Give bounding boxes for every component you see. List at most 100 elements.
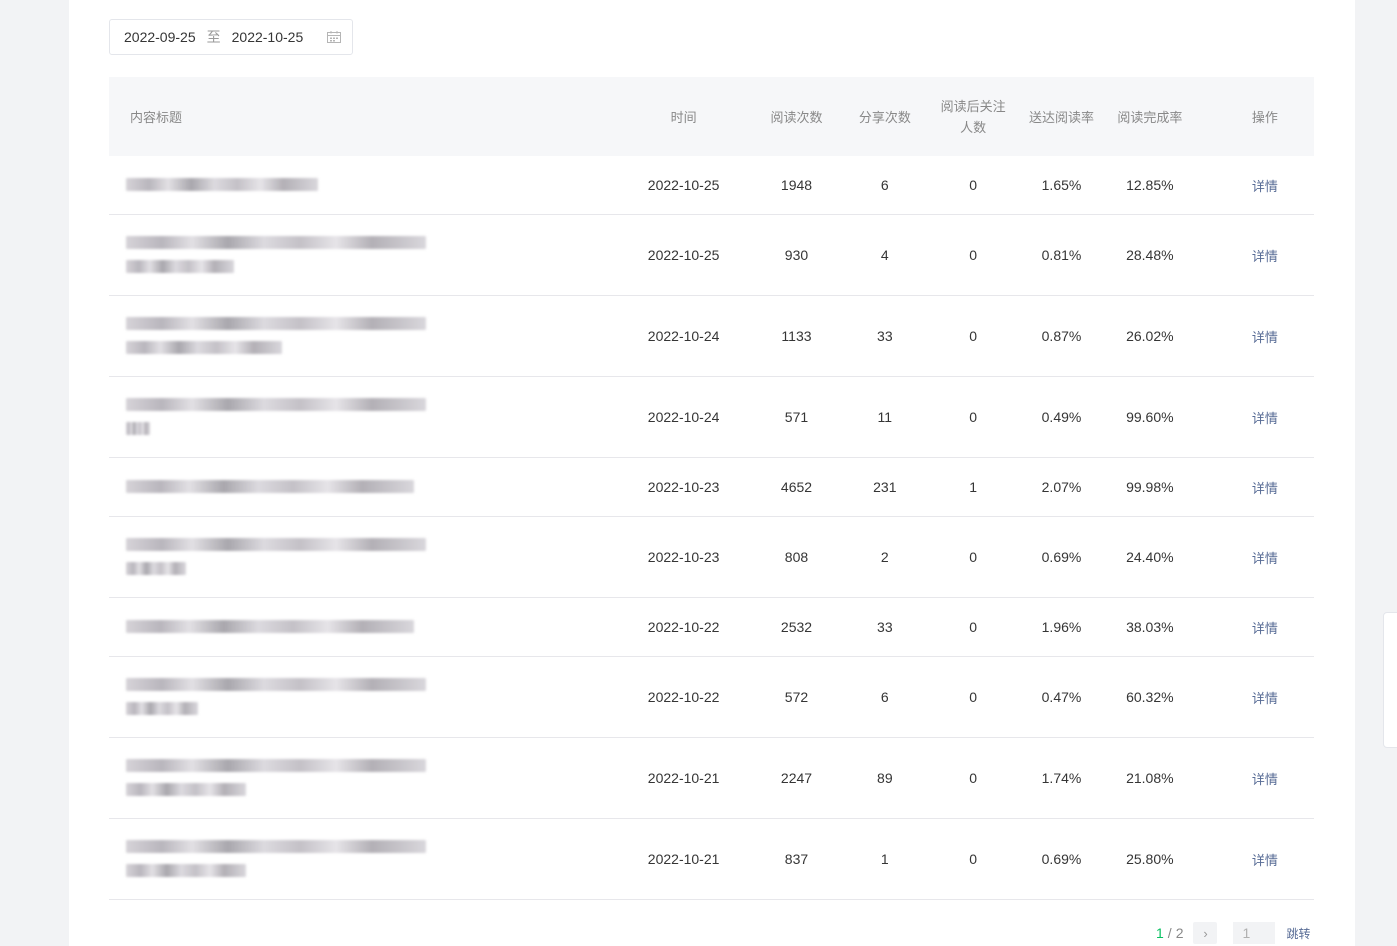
row-follows: 0 [969, 850, 978, 867]
row-reads: 2247 [780, 770, 813, 786]
header-completion-rate: 阅读完成率 [1117, 110, 1183, 125]
date-separator: 至 [206, 29, 221, 45]
row-completion-rate: 60.32% [1126, 689, 1174, 705]
article-stats-table: 内容标题 时间 阅读次数 分享次数 阅读后关注 人数 送达阅读率 阅读完成率 操… [109, 77, 1314, 900]
row-reads: 930 [784, 247, 809, 263]
row-title-blurred[interactable] [109, 819, 625, 899]
blurred-title-line [126, 538, 426, 551]
blurred-title-line [126, 260, 234, 273]
row-delivery-rate: 0.69% [1041, 851, 1082, 867]
blurred-title-line [126, 864, 246, 877]
blurred-title-line [126, 236, 426, 249]
detail-link[interactable]: 详情 [1204, 548, 1314, 567]
detail-link[interactable]: 详情 [1204, 478, 1314, 497]
side-float-tab[interactable] [1383, 612, 1397, 748]
row-delivery-rate: 0.47% [1041, 689, 1082, 705]
row-completion-rate: 28.48% [1126, 247, 1174, 263]
detail-link[interactable]: 详情 [1204, 769, 1314, 788]
blurred-title-line [126, 422, 150, 435]
table-row: 2022-10-22 572 6 0 0.47% 60.32% 详情 [109, 657, 1314, 738]
table-row: 2022-10-25 1948 6 0 1.65% 12.85% 详情 [109, 156, 1314, 215]
row-delivery-rate: 1.65% [1041, 177, 1082, 193]
detail-link[interactable]: 详情 [1204, 327, 1314, 346]
row-follows: 0 [969, 176, 978, 193]
table-row: 2022-10-25 930 4 0 0.81% 28.48% 详情 [109, 215, 1314, 296]
jump-button[interactable]: 跳转 [1286, 925, 1310, 942]
row-title-blurred[interactable] [109, 156, 625, 214]
row-shares: 33 [877, 619, 893, 635]
blurred-title-line [126, 678, 426, 691]
table-row: 2022-10-22 2532 33 0 1.96% 38.03% 详情 [109, 598, 1314, 657]
row-title-blurred[interactable] [109, 517, 625, 597]
row-completion-rate: 24.40% [1126, 549, 1174, 565]
detail-link[interactable]: 详情 [1204, 850, 1314, 869]
date-range-picker[interactable]: 2022-09-25 至 2022-10-25 [109, 19, 353, 55]
calendar-icon[interactable] [327, 31, 341, 43]
blurred-title-line [126, 783, 246, 796]
row-shares: 2 [880, 549, 889, 565]
row-shares: 1 [880, 851, 889, 867]
row-completion-rate: 25.80% [1126, 851, 1174, 867]
detail-link[interactable]: 详情 [1204, 688, 1314, 707]
row-follows: 0 [969, 327, 978, 344]
header-action: 操作 [1251, 110, 1278, 125]
next-page-button[interactable]: › [1193, 922, 1218, 944]
row-delivery-rate: 1.74% [1041, 770, 1082, 786]
header-delivery-rate: 送达阅读率 [1028, 110, 1094, 125]
row-reads: 572 [784, 689, 809, 705]
chevron-right-icon: › [1203, 925, 1208, 941]
row-shares: 6 [880, 177, 889, 193]
row-follows: 0 [969, 548, 978, 565]
row-time: 2022-10-25 [647, 177, 720, 193]
current-page: 1 [1156, 925, 1164, 941]
row-reads: 2532 [780, 619, 813, 635]
header-reads: 阅读次数 [770, 110, 823, 125]
header-title: 内容标题 [130, 110, 183, 125]
row-shares: 89 [877, 770, 893, 786]
row-completion-rate: 26.02% [1126, 328, 1174, 344]
end-date[interactable]: 2022-10-25 [232, 29, 304, 45]
row-title-blurred[interactable] [109, 458, 625, 516]
blurred-title-line [126, 562, 186, 575]
row-shares: 6 [880, 689, 889, 705]
start-date[interactable]: 2022-09-25 [124, 29, 196, 45]
row-reads: 1133 [781, 328, 812, 344]
row-title-blurred[interactable] [109, 657, 625, 737]
row-title-blurred[interactable] [109, 296, 625, 376]
detail-link[interactable]: 详情 [1204, 618, 1314, 637]
table-header: 内容标题 时间 阅读次数 分享次数 阅读后关注 人数 送达阅读率 阅读完成率 操… [109, 77, 1314, 156]
header-time: 时间 [670, 110, 697, 125]
row-delivery-rate: 1.96% [1041, 619, 1082, 635]
page-separator: / [1167, 925, 1172, 941]
row-reads: 4652 [780, 479, 813, 495]
table-row: 2022-10-24 1133 33 0 0.87% 26.02% 详情 [109, 296, 1314, 377]
row-follows: 0 [969, 769, 978, 786]
row-time: 2022-10-23 [647, 549, 720, 565]
row-reads: 808 [784, 549, 809, 565]
row-follows: 1 [969, 478, 978, 495]
header-follows: 阅读后关注 人数 [919, 96, 1027, 138]
row-completion-rate: 99.60% [1126, 409, 1174, 425]
row-time: 2022-10-24 [647, 409, 720, 425]
blurred-title-line [126, 341, 282, 354]
row-title-blurred[interactable] [109, 598, 625, 656]
row-time: 2022-10-23 [647, 479, 720, 495]
row-completion-rate: 99.98% [1126, 479, 1174, 495]
row-completion-rate: 12.85% [1126, 177, 1174, 193]
row-time: 2022-10-21 [647, 851, 720, 867]
row-title-blurred[interactable] [109, 377, 625, 457]
row-title-blurred[interactable] [109, 215, 625, 295]
detail-link[interactable]: 详情 [1204, 176, 1314, 195]
table-body: 2022-10-25 1948 6 0 1.65% 12.85% 详情 2022-10-25 9… [109, 156, 1314, 900]
row-completion-rate: 21.08% [1126, 770, 1174, 786]
blurred-title-line [126, 480, 414, 493]
detail-link[interactable]: 详情 [1204, 408, 1314, 427]
table-row: 2022-10-23 4652 231 1 2.07% 99.98% 详情 [109, 458, 1314, 517]
row-follows: 0 [969, 246, 978, 263]
row-title-blurred[interactable] [109, 738, 625, 818]
row-reads: 837 [784, 851, 809, 867]
header-follows-line1: 阅读后关注 [940, 98, 1006, 114]
row-delivery-rate: 0.69% [1041, 549, 1082, 565]
detail-link[interactable]: 详情 [1204, 246, 1314, 265]
page-number-input[interactable] [1233, 922, 1276, 944]
